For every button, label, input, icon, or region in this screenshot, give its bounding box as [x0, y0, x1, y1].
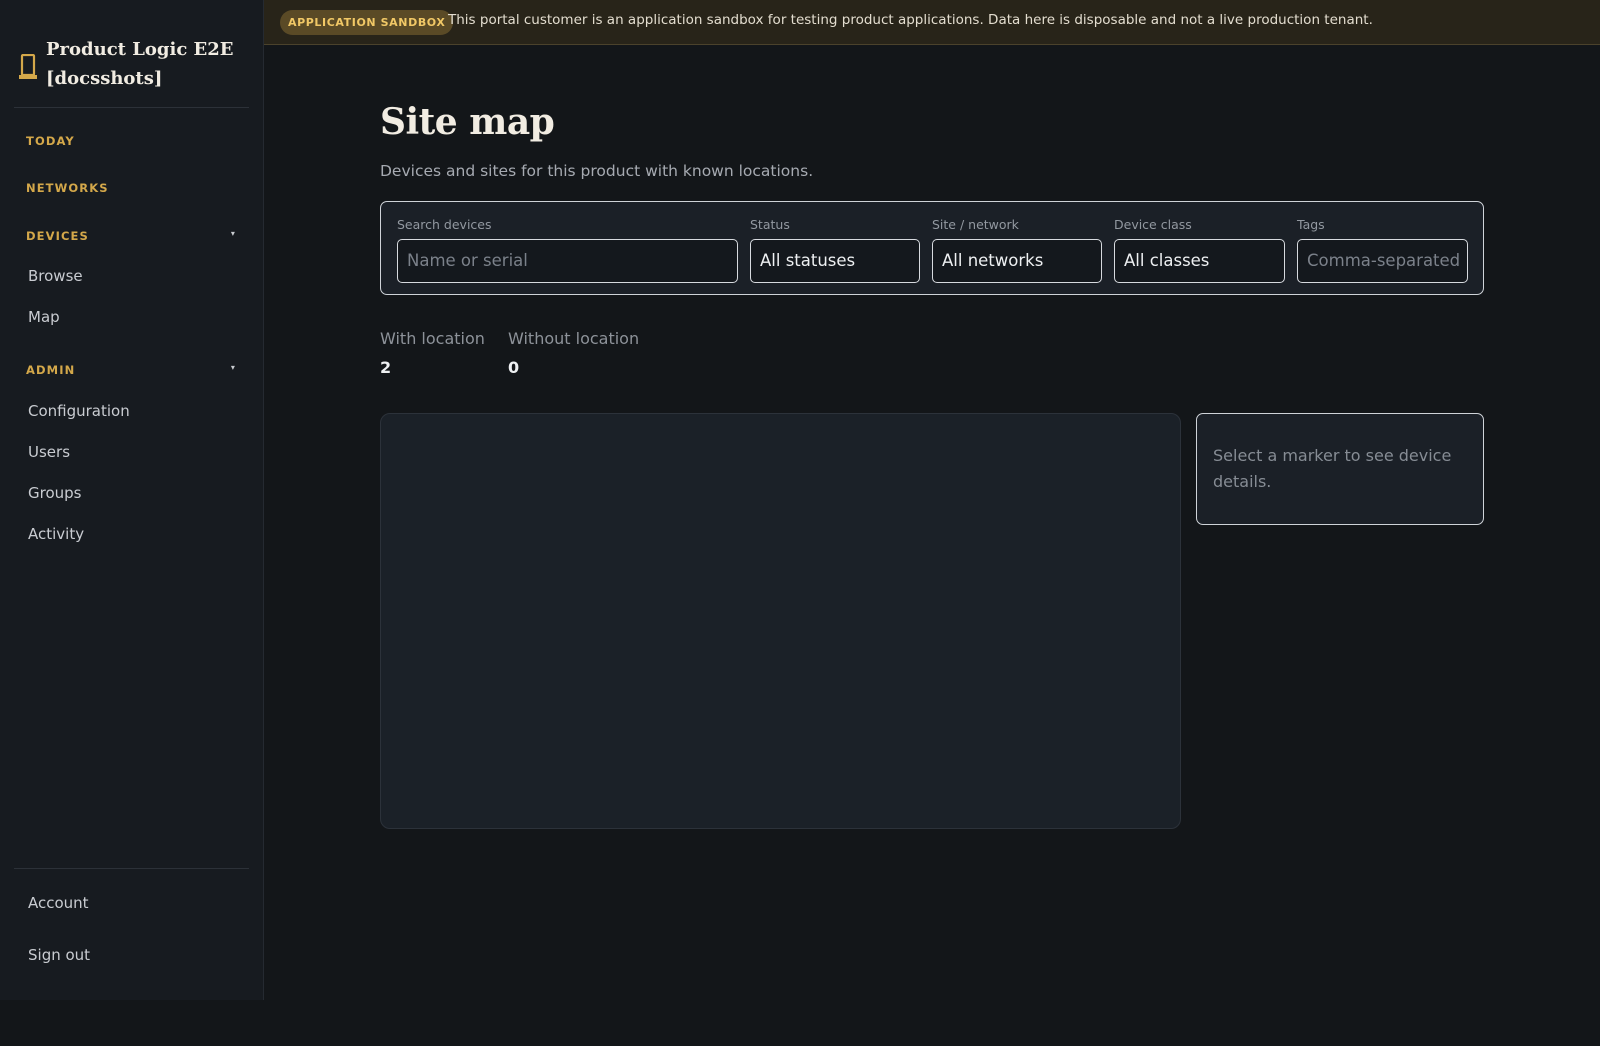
- sandbox-banner: APPLICATION SANDBOX This portal customer…: [264, 0, 1600, 45]
- sidebar-item-activity[interactable]: Activity: [28, 525, 228, 543]
- nav-section-today[interactable]: TODAY: [26, 134, 236, 148]
- nav-section-admin-label: ADMIN: [26, 363, 76, 377]
- nav-section-devices[interactable]: DEVICES ▾: [26, 229, 236, 243]
- nav-section-devices-label: DEVICES: [26, 229, 89, 243]
- banner-text: This portal customer is an application s…: [448, 12, 1373, 28]
- tags-label: Tags: [1297, 217, 1325, 232]
- page-subtitle: Devices and sites for this product with …: [380, 162, 814, 180]
- chevron-down-icon: ▾: [230, 363, 236, 372]
- tower-icon: [18, 53, 38, 86]
- status-label: Status: [750, 217, 790, 232]
- device-details-card: Select a marker to see device details.: [1196, 413, 1484, 525]
- with-location-count: 2: [380, 358, 392, 377]
- chevron-down-icon: ▾: [230, 229, 236, 238]
- sidebar-item-sign-out[interactable]: Sign out: [28, 946, 228, 964]
- without-location-label: Without location: [508, 329, 640, 348]
- brand[interactable]: Product Logic E2E [docsshots]: [14, 0, 249, 108]
- map-canvas[interactable]: [380, 413, 1181, 829]
- device-details-placeholder: Select a marker to see device details.: [1213, 446, 1452, 491]
- sidebar: Product Logic E2E [docsshots] TODAY NETW…: [0, 0, 264, 1000]
- nav-section-admin[interactable]: ADMIN ▾: [26, 363, 236, 377]
- page-title: Site map: [380, 101, 555, 143]
- sidebar-item-users[interactable]: Users: [28, 443, 228, 461]
- with-location-label: With location: [380, 329, 485, 348]
- brand-name: Product Logic E2E [docsshots]: [46, 39, 234, 89]
- sidebar-divider: [14, 868, 249, 869]
- site-network-select[interactable]: All networks: [932, 239, 1102, 283]
- sidebar-item-groups[interactable]: Groups: [28, 484, 228, 502]
- sidebar-item-browse[interactable]: Browse: [28, 267, 228, 285]
- sidebar-item-configuration[interactable]: Configuration: [28, 402, 228, 420]
- sidebar-item-account[interactable]: Account: [28, 894, 228, 912]
- search-input[interactable]: Name or serial: [397, 239, 738, 283]
- tags-input[interactable]: Comma-separated: [1297, 239, 1468, 283]
- without-location-count: 0: [508, 358, 520, 377]
- device-class-select[interactable]: All classes: [1114, 239, 1285, 283]
- sidebar-item-map[interactable]: Map: [28, 308, 228, 326]
- search-label: Search devices: [397, 217, 492, 232]
- status-select[interactable]: All statuses: [750, 239, 920, 283]
- device-class-label: Device class: [1114, 217, 1192, 232]
- sandbox-badge: APPLICATION SANDBOX: [280, 10, 454, 35]
- nav-section-networks[interactable]: NETWORKS: [26, 181, 236, 195]
- filter-panel: Search devices Name or serial Status All…: [380, 201, 1484, 295]
- site-network-label: Site / network: [932, 217, 1019, 232]
